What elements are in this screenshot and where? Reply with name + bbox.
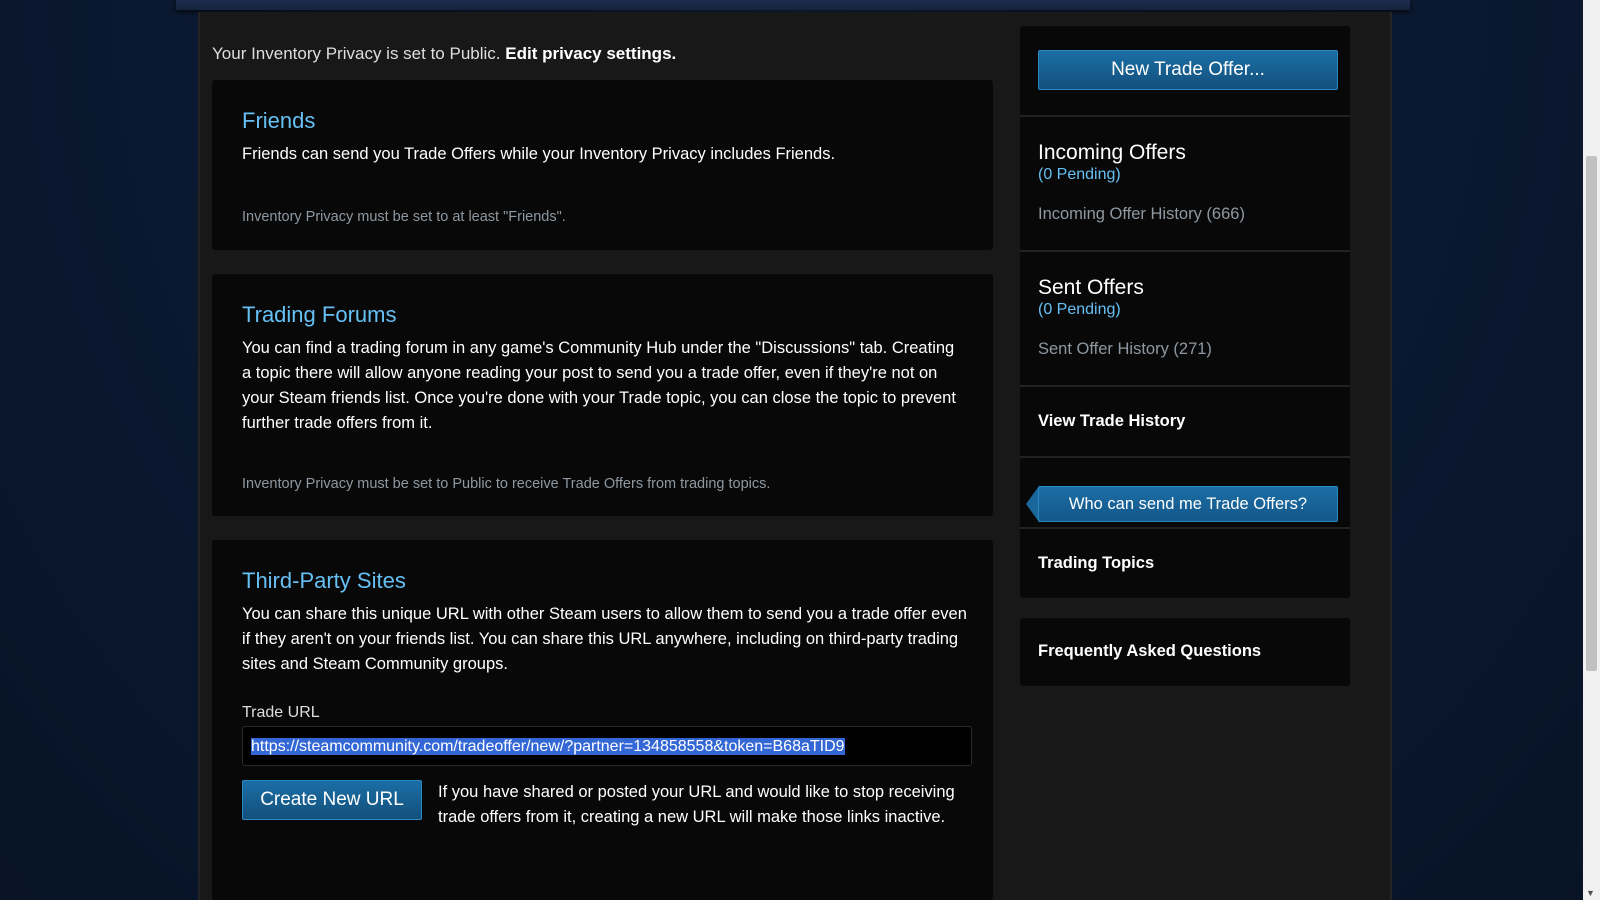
sidebar-divider [1020, 385, 1350, 387]
create-url-description: If you have shared or posted your URL an… [438, 783, 955, 826]
faq-box: Frequently Asked Questions [1020, 618, 1350, 686]
sidebar-divider [1020, 115, 1350, 117]
incoming-offer-history-link[interactable]: Incoming Offer History (666) [1038, 205, 1245, 224]
who-can-send-offers-button[interactable]: Who can send me Trade Offers? [1038, 486, 1338, 522]
sent-offer-history-link[interactable]: Sent Offer History (271) [1038, 340, 1212, 359]
scroll-down-arrow-icon[interactable]: ▼ [1586, 888, 1595, 898]
trading-forums-description: You can find a trading forum in any game… [242, 339, 956, 432]
trade-url-label: Trade URL [242, 704, 320, 721]
sidebar-divider [1020, 250, 1350, 252]
page-scrollbar[interactable]: ▼ [1583, 0, 1600, 900]
friends-panel: Friends Friends can send you Trade Offer… [212, 80, 993, 250]
trade-url-selected-text[interactable]: https://steamcommunity.com/tradeoffer/ne… [251, 738, 845, 755]
inventory-privacy-status: Your Inventory Privacy is set to Public.… [212, 44, 676, 64]
trade-sidebar-menu: New Trade Offer... Incoming Offers (0 Pe… [1020, 26, 1350, 598]
sidebar-divider [1020, 527, 1350, 529]
friends-description: Friends can send you Trade Offers while … [242, 145, 836, 163]
incoming-pending-link[interactable]: (0 Pending) [1038, 166, 1121, 184]
incoming-offers-heading[interactable]: Incoming Offers [1038, 141, 1186, 165]
friends-title: Friends [242, 108, 316, 133]
trade-url-field[interactable]: https://steamcommunity.com/tradeoffer/ne… [242, 726, 972, 766]
trading-topics-link[interactable]: Trading Topics [1038, 554, 1154, 573]
scrollbar-thumb[interactable] [1586, 156, 1597, 671]
sent-offers-heading[interactable]: Sent Offers [1038, 276, 1144, 300]
top-header-bar [176, 0, 1410, 10]
faq-link[interactable]: Frequently Asked Questions [1038, 642, 1261, 661]
third-party-sites-panel: Third-Party Sites You can share this uni… [212, 540, 993, 900]
sent-pending-link[interactable]: (0 Pending) [1038, 301, 1121, 319]
trade-offers-page: Your Inventory Privacy is set to Public.… [198, 12, 1392, 900]
third-party-sites-description: You can share this unique URL with other… [242, 605, 967, 673]
view-trade-history-link[interactable]: View Trade History [1038, 412, 1185, 431]
sidebar-divider [1020, 456, 1350, 458]
trading-forums-panel: Trading Forums You can find a trading fo… [212, 274, 993, 516]
trading-forums-privacy-note: Inventory Privacy must be set to Public … [242, 476, 771, 492]
third-party-sites-title: Third-Party Sites [242, 568, 406, 593]
privacy-status-text: Your Inventory Privacy is set to Public. [212, 44, 501, 63]
friends-privacy-note: Inventory Privacy must be set to at leas… [242, 209, 566, 225]
trading-forums-title: Trading Forums [242, 302, 397, 327]
edit-privacy-settings-link[interactable]: Edit privacy settings. [505, 44, 676, 63]
create-new-url-button[interactable]: Create New URL [242, 780, 422, 820]
new-trade-offer-button[interactable]: New Trade Offer... [1038, 50, 1338, 90]
